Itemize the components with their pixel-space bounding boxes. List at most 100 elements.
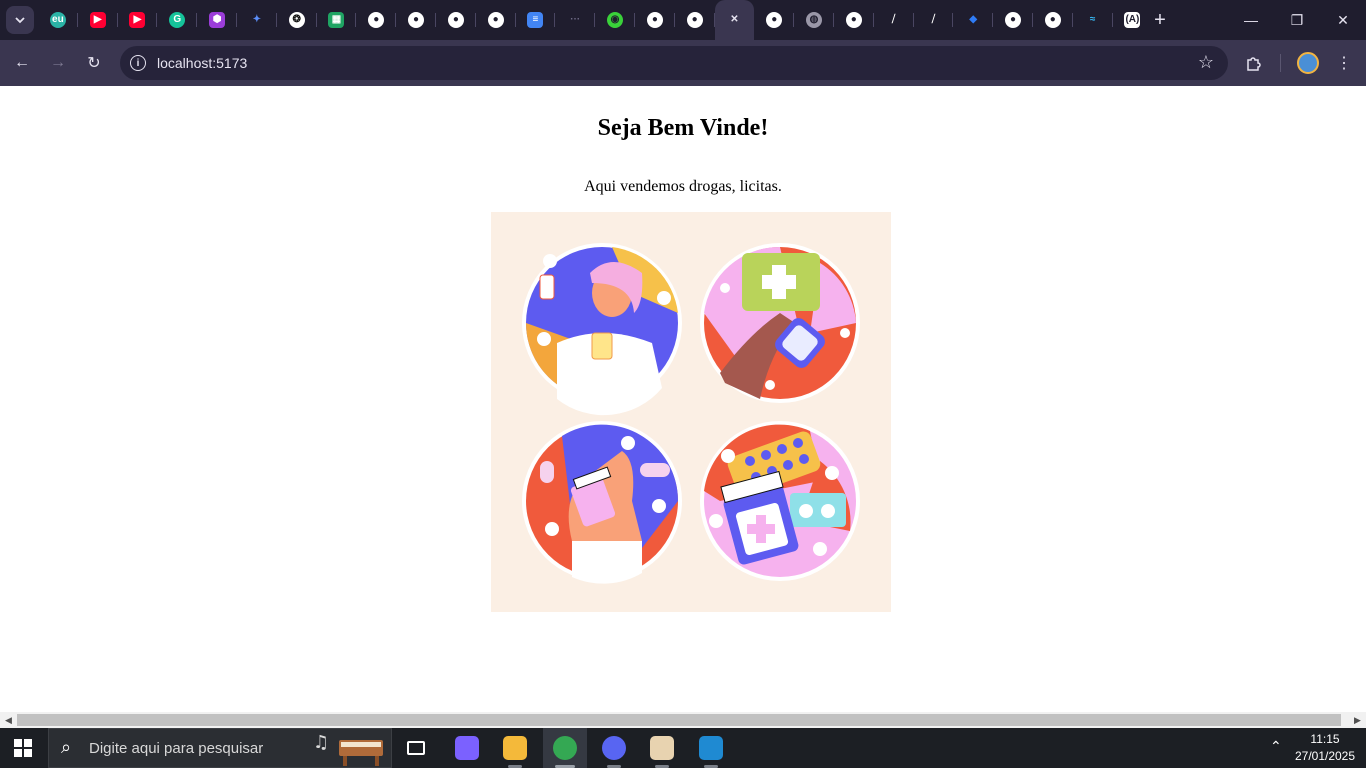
taskbar-discord[interactable] bbox=[592, 728, 636, 768]
tab-app-eu[interactable]: eu bbox=[38, 0, 78, 40]
folder-icon bbox=[503, 736, 527, 760]
windows-taskbar: ⌕ Digite aqui para pesquisar ♫ ⌃ 11:15 2… bbox=[0, 728, 1366, 768]
tab-globe-green[interactable]: ◉ bbox=[595, 0, 635, 40]
tab-loading[interactable]: ··· bbox=[555, 0, 595, 40]
tab-tailwind[interactable]: ≈ bbox=[1073, 0, 1113, 40]
reload-icon: ↻ bbox=[87, 55, 101, 72]
bookmark-star-icon[interactable]: ☆ bbox=[1198, 52, 1214, 73]
tab-link-1[interactable]: ⧸ bbox=[874, 0, 914, 40]
taskbar-vscode[interactable] bbox=[689, 728, 733, 768]
tailwind-icon: ≈ bbox=[1089, 14, 1096, 25]
github-icon: ● bbox=[845, 12, 862, 28]
tab-grammarly[interactable]: G bbox=[157, 0, 197, 40]
gemini-icon: ✦ bbox=[252, 14, 262, 25]
profile-avatar[interactable] bbox=[1297, 52, 1319, 74]
tab-github-1[interactable]: ● bbox=[356, 0, 396, 40]
clock-time: 11:15 bbox=[1310, 732, 1340, 746]
hand-pill-circle bbox=[700, 243, 860, 403]
scroll-left-arrow-icon[interactable]: ◀ bbox=[5, 715, 12, 726]
plus-icon: + bbox=[1154, 8, 1166, 31]
taskbar-clock[interactable]: 11:15 27/01/2025 bbox=[1290, 731, 1360, 765]
piano-decoration-icon: ♫ bbox=[313, 732, 383, 766]
taskbar-paint[interactable] bbox=[640, 728, 684, 768]
tab-youtube-1[interactable]: ▶ bbox=[78, 0, 118, 40]
tab-strip: eu ▶ ▶ G ⬢ ✦ ❂ ▦ ● ● ● ● ≡ ··· ◉ ● ● ✕ ● ◍ ● ⧸ ⧸ ◆ ● ● ≈ (A) + — ❐ … bbox=[0, 0, 1366, 40]
tab-github-10[interactable]: ● bbox=[1033, 0, 1073, 40]
tab-search-button[interactable] bbox=[6, 6, 34, 34]
restore-icon: ❐ bbox=[1290, 11, 1304, 28]
address-bar[interactable]: i localhost:5173 ☆ bbox=[120, 46, 1228, 80]
github-icon: ● bbox=[1005, 12, 1022, 28]
reload-button[interactable]: ↻ bbox=[80, 49, 108, 77]
tab-google-docs[interactable]: ≡ bbox=[516, 0, 556, 40]
docs-icon: ≡ bbox=[527, 12, 544, 28]
tab-active-localhost[interactable]: ✕ bbox=[714, 0, 755, 40]
link-shape-icon: ⧸ bbox=[931, 14, 936, 25]
clock-date: 27/01/2025 bbox=[1294, 749, 1356, 763]
scrollbar-thumb[interactable] bbox=[17, 714, 1341, 726]
tab-chatgpt[interactable]: ❂ bbox=[277, 0, 317, 40]
tab-github-3[interactable]: ● bbox=[436, 0, 476, 40]
page-heading: Seja Bem Vinde! bbox=[597, 115, 769, 141]
pharmacy-illustration-art bbox=[522, 243, 860, 584]
search-icon: ⌕ bbox=[61, 737, 72, 757]
taskbar-chrome[interactable] bbox=[543, 728, 587, 768]
tab-figma-like[interactable]: ⬢ bbox=[197, 0, 237, 40]
tab-youtube-2[interactable]: ▶ bbox=[118, 0, 158, 40]
tab-github-6[interactable]: ● bbox=[675, 0, 715, 40]
taskbar-search-box[interactable]: ⌕ Digite aqui para pesquisar ♫ bbox=[48, 728, 392, 768]
tab-gemini[interactable]: ✦ bbox=[237, 0, 277, 40]
github-icon: ● bbox=[368, 12, 385, 28]
chatgpt-icon: ❂ bbox=[288, 12, 305, 28]
arrow-left-icon: ← bbox=[14, 54, 30, 71]
site-info-icon[interactable]: i bbox=[130, 55, 146, 71]
youtube-icon: ▶ bbox=[89, 12, 106, 28]
windows-start-icon[interactable] bbox=[14, 739, 32, 757]
close-window-button[interactable]: ✕ bbox=[1320, 0, 1366, 40]
hand-bottle-circle bbox=[522, 421, 682, 584]
link-shape-icon: ⧸ bbox=[891, 14, 896, 25]
tab-list: eu ▶ ▶ G ⬢ ✦ ❂ ▦ ● ● ● ● ≡ ··· ◉ ● ● ✕ ● ◍ ● ⧸ ⧸ ◆ ● ● ≈ (A) bbox=[38, 0, 1152, 40]
paint-icon bbox=[650, 736, 674, 760]
tab-globe-grey[interactable]: ◍ bbox=[794, 0, 834, 40]
extensions-button[interactable] bbox=[1240, 49, 1268, 77]
jira-icon: ◆ bbox=[969, 14, 978, 25]
discord-icon bbox=[602, 736, 626, 760]
restore-button[interactable]: ❐ bbox=[1274, 0, 1320, 40]
puzzle-icon bbox=[1247, 57, 1261, 71]
tab-github-9[interactable]: ● bbox=[993, 0, 1033, 40]
minimize-button[interactable]: — bbox=[1228, 0, 1274, 40]
browser-toolbar: ← → ↻ i localhost:5173 ☆ ⋮ bbox=[0, 40, 1366, 86]
horizontal-scrollbar[interactable]: ◀ ▶ bbox=[0, 712, 1366, 728]
page-content: Seja Bem Vinde! Aqui vendemos drogas, li… bbox=[0, 86, 1366, 712]
chevron-up-icon[interactable]: ⌃ bbox=[1270, 738, 1282, 755]
copilot-icon bbox=[455, 736, 479, 760]
youtube-icon: ▶ bbox=[129, 12, 146, 28]
task-view-icon bbox=[407, 741, 425, 755]
loading-dots-icon: ··· bbox=[570, 14, 581, 25]
tab-astro[interactable]: (A) bbox=[1113, 0, 1153, 40]
forward-button[interactable]: → bbox=[44, 49, 72, 77]
tab-github-4[interactable]: ● bbox=[476, 0, 516, 40]
tab-github-8[interactable]: ● bbox=[834, 0, 874, 40]
page-subtitle: Aqui vendemos drogas, licitas. bbox=[584, 178, 782, 195]
menu-button[interactable]: ⋮ bbox=[1330, 49, 1358, 77]
grammarly-icon: G bbox=[169, 12, 186, 28]
tab-github-5[interactable]: ● bbox=[635, 0, 675, 40]
tab-google-sheets[interactable]: ▦ bbox=[317, 0, 357, 40]
tab-jira[interactable]: ◆ bbox=[953, 0, 993, 40]
chevron-down-icon bbox=[15, 17, 25, 24]
close-icon[interactable]: ✕ bbox=[726, 12, 742, 28]
taskbar-copilot[interactable] bbox=[445, 728, 489, 768]
taskbar-task-view[interactable] bbox=[394, 728, 438, 768]
sheets-icon: ▦ bbox=[328, 12, 345, 28]
new-tab-button[interactable]: + bbox=[1148, 8, 1172, 32]
address-url[interactable]: localhost:5173 bbox=[157, 55, 247, 71]
tab-github-2[interactable]: ● bbox=[396, 0, 436, 40]
globe-icon: ◍ bbox=[806, 12, 823, 28]
back-button[interactable]: ← bbox=[8, 49, 36, 77]
tab-github-7[interactable]: ● bbox=[754, 0, 794, 40]
taskbar-file-explorer[interactable] bbox=[493, 728, 537, 768]
tab-link-2[interactable]: ⧸ bbox=[914, 0, 954, 40]
scroll-right-arrow-icon[interactable]: ▶ bbox=[1354, 715, 1361, 726]
